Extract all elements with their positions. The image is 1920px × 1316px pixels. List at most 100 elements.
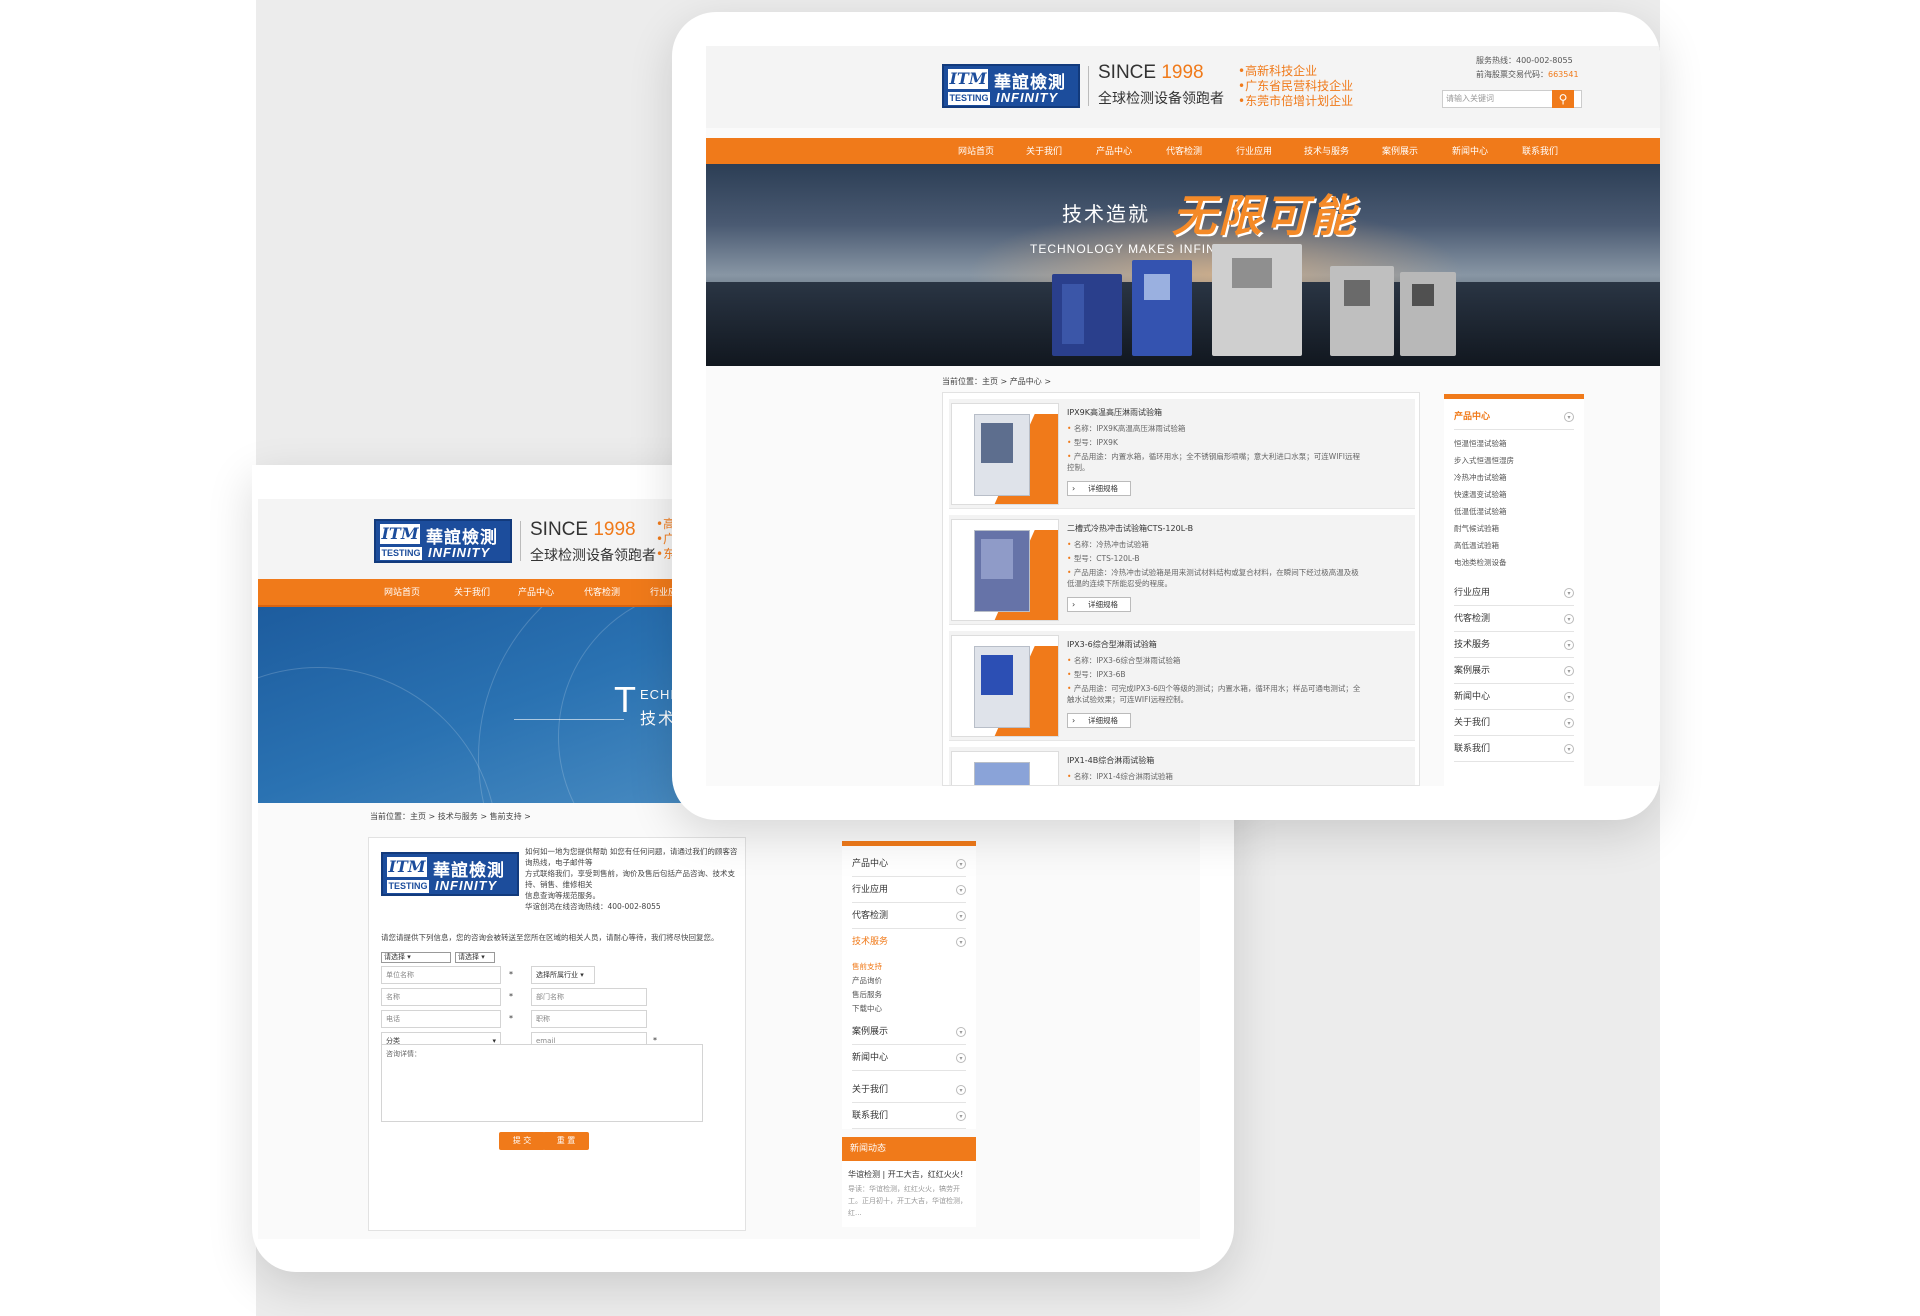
chevron-down-icon: ▾ (1564, 718, 1574, 728)
sidebar-item-active[interactable]: 产品中心 ▾ (1454, 404, 1574, 430)
company-logo[interactable]: ITM 華誼檢測 TESTING INFINITY (942, 64, 1080, 108)
sidebar-subitem[interactable]: 低温低湿试验箱 (1454, 506, 1507, 517)
sidebar-subitem[interactable]: 产品询价 (852, 975, 882, 986)
product-item[interactable]: IPX1-4B综合淋雨试验箱 • 名称：IPX1-4综合淋雨试验箱 (949, 747, 1415, 785)
detail-spec-button[interactable]: › 详细规格 (1067, 597, 1131, 612)
product-title[interactable]: IPX1-4B综合淋雨试验箱 (1067, 755, 1154, 766)
bullet-icon: • (1067, 540, 1074, 549)
nav-item-testing[interactable]: 代客检测 (584, 579, 620, 607)
product-image[interactable] (951, 403, 1059, 505)
product-spec: • 产品用途：内置水箱，循环用水；全不锈钢扇形喷嘴；意大利进口水泵；可连WIFI… (1067, 451, 1397, 473)
nav-item-about[interactable]: 关于我们 (1026, 138, 1062, 166)
nav-item-about[interactable]: 关于我们 (454, 579, 490, 607)
sidebar-subitem[interactable]: 冷热冲击试验箱 (1454, 472, 1507, 483)
sidebar-subitem[interactable]: 售后服务 (852, 989, 882, 1000)
product-image[interactable] (951, 751, 1059, 785)
button-label: 详细规格 (1088, 716, 1118, 725)
product-title[interactable]: IPX9K高温高压淋雨试验箱 (1067, 407, 1162, 418)
company-logo[interactable]: ITM 華誼檢測 TESTING INFINITY (374, 519, 512, 563)
sidebar-item[interactable]: 行业应用 ▾ (1454, 580, 1574, 606)
news-title-link[interactable]: 华谊检测 | 开工大吉，红红火火！ (848, 1169, 968, 1180)
banner-initial: T (614, 679, 636, 720)
sidebar-item[interactable]: 关于我们 ▾ (852, 1077, 966, 1103)
chevron-down-icon: ▾ (956, 937, 966, 947)
chevron-down-icon: ▾ (1564, 412, 1574, 422)
company-input[interactable]: 单位名称 (381, 966, 501, 984)
since-year: SINCE 1998 (1098, 62, 1204, 84)
banner-arc (258, 667, 498, 803)
sidebar-item[interactable]: 代客检测 ▾ (852, 903, 966, 929)
main-nav: 网站首页 关于我们 产品中心 代客检测 行业应用 技术与服务 案例展示 新闻中心… (706, 138, 1660, 166)
news-excerpt: 导读：华谊检测，红红火火，犒劳开工。正月初十，开工大吉，华谊检测，红... (848, 1185, 967, 1217)
sidebar-subitem[interactable]: 快速温变试验箱 (1454, 489, 1507, 500)
chevron-right-icon: › (1072, 484, 1076, 493)
nav-item-products[interactable]: 产品中心 (518, 579, 554, 607)
product-item[interactable]: IPX9K高温高压淋雨试验箱 • 名称：IPX9K高温高压淋雨试验箱 • 型号：… (949, 399, 1415, 509)
nav-item-industry[interactable]: 行业应用 (1236, 138, 1272, 166)
product-image[interactable] (951, 519, 1059, 621)
sidebar-item[interactable]: 新闻中心 ▾ (1454, 684, 1574, 710)
bullet-icon: • (1067, 684, 1074, 693)
region-select-2[interactable]: 请选择 ▾ (455, 952, 495, 963)
nav-item-products[interactable]: 产品中心 (1096, 138, 1132, 166)
chevron-down-icon: ▾ (956, 911, 966, 921)
sidebar-subitem[interactable]: 耐气候试验箱 (1454, 523, 1499, 534)
details-textarea[interactable]: 咨询详情： (381, 1044, 703, 1122)
chevron-down-icon: ▾ (1564, 666, 1574, 676)
industry-select[interactable]: 选择所属行业 ▾ (531, 966, 595, 984)
department-input[interactable]: 部门名称 (531, 988, 647, 1006)
job-title-input[interactable]: 职称 (531, 1010, 647, 1028)
machine-door (1062, 284, 1084, 344)
nav-item-tech-service[interactable]: 技术与服务 (1304, 138, 1349, 166)
sidebar-item[interactable]: 代客检测 ▾ (1454, 606, 1574, 632)
nav-item-home[interactable]: 网站首页 (958, 138, 994, 166)
chevron-down-icon: ▾ (1564, 640, 1574, 650)
sidebar-item[interactable]: 关于我们 ▾ (1454, 710, 1574, 736)
sidebar-item[interactable]: 产品中心 ▾ (852, 851, 966, 877)
reset-button[interactable]: 重 置 (543, 1132, 589, 1150)
chevron-down-icon: ▾ (1564, 614, 1574, 624)
bullet-icon: • (1067, 438, 1074, 447)
sidebar-item[interactable]: 联系我们 ▾ (852, 1103, 966, 1129)
sidebar-subitem-active[interactable]: 售前支持 (852, 961, 882, 972)
nav-item-cases[interactable]: 案例展示 (1382, 138, 1418, 166)
chevron-down-icon: ▾ (956, 1085, 966, 1095)
sidebar-item[interactable]: 新闻中心 ▾ (852, 1045, 966, 1071)
phone-input[interactable]: 电话 (381, 1010, 501, 1028)
name-input[interactable]: 名称 (381, 988, 501, 1006)
search-button[interactable]: ⚲ (1552, 90, 1574, 108)
nav-item-testing[interactable]: 代客检测 (1166, 138, 1202, 166)
sidebar-item[interactable]: 技术服务 ▾ (1454, 632, 1574, 658)
product-spec: • 名称：冷热冲击试验箱 (1067, 539, 1397, 550)
product-spec: • 名称：IPX3-6综合型淋雨试验箱 (1067, 655, 1397, 666)
bullet-icon: • (1067, 554, 1074, 563)
sidebar-subitem[interactable]: 恒温恒湿试验箱 (1454, 438, 1507, 449)
sidebar-item-label: 关于我们 (1454, 718, 1491, 728)
region-select-1[interactable]: 请选择 ▾ (381, 952, 451, 963)
nav-item-contact[interactable]: 联系我们 (1522, 138, 1558, 166)
product-image[interactable] (951, 635, 1059, 737)
chevron-down-icon: ▾ (1564, 744, 1574, 754)
sidebar-item[interactable]: 行业应用 ▾ (852, 877, 966, 903)
sidebar-item[interactable]: 案例展示 ▾ (852, 1019, 966, 1045)
product-title[interactable]: 二槽式冷热冲击试验箱CTS-120L-B (1067, 523, 1193, 534)
sidebar-item-label: 联系我们 (852, 1111, 889, 1121)
nav-item-home[interactable]: 网站首页 (384, 579, 420, 607)
nav-item-news[interactable]: 新闻中心 (1452, 138, 1488, 166)
sidebar-item-active[interactable]: 技术服务 ▾ (852, 929, 966, 955)
product-title[interactable]: IPX3-6综合型淋雨试验箱 (1067, 639, 1157, 650)
sidebar-item-label: 产品中心 (852, 859, 889, 869)
submit-button[interactable]: 提 交 (499, 1132, 545, 1150)
sidebar-subitem[interactable]: 下载中心 (852, 1003, 882, 1014)
product-item[interactable]: 二槽式冷热冲击试验箱CTS-120L-B • 名称：冷热冲击试验箱 • 型号：C… (949, 515, 1415, 625)
logo-testing-text: TESTING (387, 880, 429, 893)
sidebar-subitem[interactable]: 步入式恒温恒湿房 (1454, 455, 1514, 466)
detail-spec-button[interactable]: › 详细规格 (1067, 713, 1131, 728)
sidebar-item[interactable]: 联系我们 ▾ (1454, 736, 1574, 762)
sidebar-subitem[interactable]: 高低温试验箱 (1454, 540, 1499, 551)
detail-spec-button[interactable]: › 详细规格 (1067, 481, 1131, 496)
sidebar-item[interactable]: 案例展示 ▾ (1454, 658, 1574, 684)
product-item[interactable]: IPX3-6综合型淋雨试验箱 • 名称：IPX3-6综合型淋雨试验箱 • 型号：… (949, 631, 1415, 741)
select-value: 请选择 (384, 953, 405, 961)
sidebar-subitem[interactable]: 电池类检测设备 (1454, 557, 1507, 568)
